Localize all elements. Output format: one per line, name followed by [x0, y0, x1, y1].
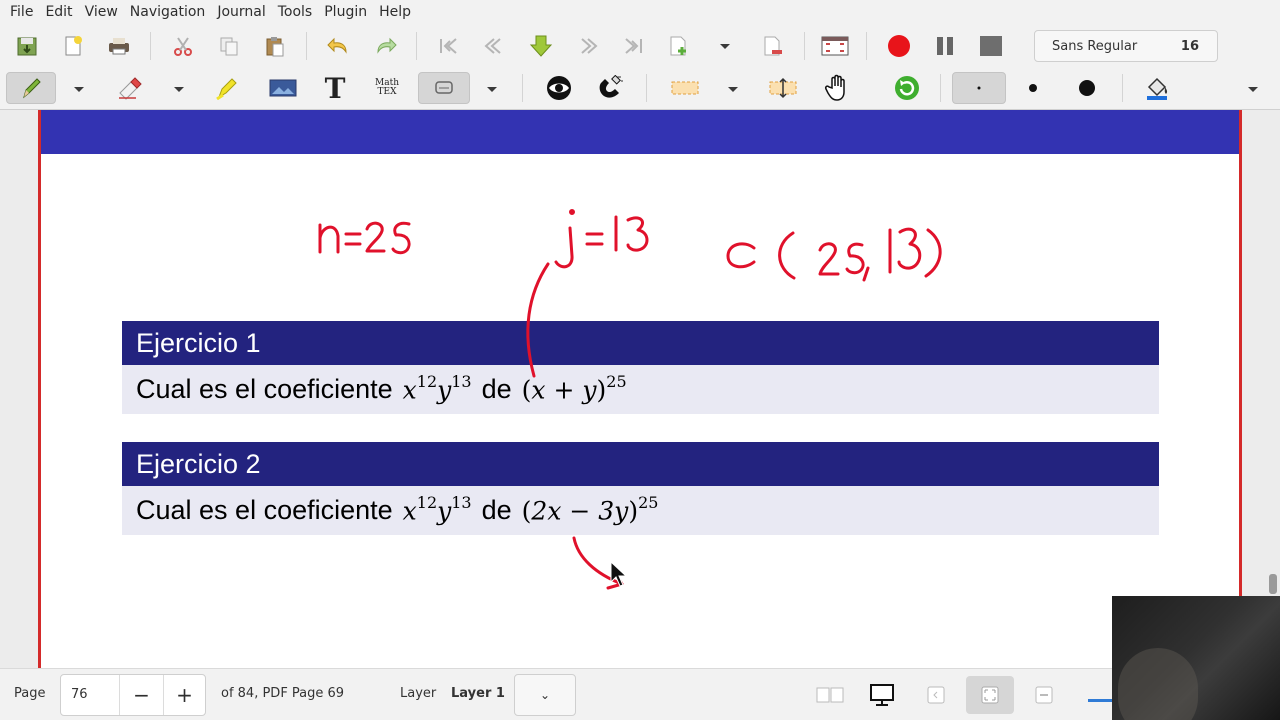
vertical-scrollbar-thumb[interactable]	[1269, 574, 1277, 594]
pen-icon[interactable]	[6, 72, 56, 104]
exercise-question: Cual es el coeficiente x12y13 de (2x − 3…	[122, 486, 1159, 535]
slide-page: Ejercicio 1 Cual es el coeficiente x12y1…	[38, 110, 1242, 668]
pen-options-dropdown-icon[interactable]	[74, 87, 84, 92]
exercise-block-2: Ejercicio 2 Cual es el coeficiente x12y1…	[122, 442, 1159, 535]
question-text: Cual es el coeficiente	[136, 374, 393, 404]
select-options-dropdown-icon[interactable]	[728, 87, 738, 92]
save-icon[interactable]	[10, 30, 44, 62]
page-count-label: of 84, PDF Page 69	[221, 686, 345, 701]
fit-width-icon[interactable]	[1020, 676, 1068, 714]
menu-view[interactable]: View	[79, 4, 124, 20]
first-page-icon[interactable]	[432, 30, 466, 62]
new-document-icon[interactable]	[56, 30, 90, 62]
eraser-options-dropdown-icon[interactable]	[174, 87, 184, 92]
webcam-overlay	[1112, 596, 1280, 720]
chevron-down-icon: ⌄	[539, 688, 551, 702]
select-rectangle-icon[interactable]	[668, 72, 702, 104]
menu-plugin[interactable]: Plugin	[318, 4, 373, 20]
rotate-page-icon[interactable]	[912, 676, 960, 714]
text-tool-icon[interactable]: T	[318, 72, 352, 105]
highlighter-icon[interactable]	[210, 72, 244, 104]
layer-label: Layer	[400, 686, 437, 701]
last-page-icon[interactable]	[616, 30, 650, 62]
fit-page-icon[interactable]	[966, 676, 1014, 714]
main-toolbar: Sans Regular 16	[0, 24, 1280, 68]
menu-edit[interactable]: Edit	[39, 4, 78, 20]
status-bar: Page − + of 84, PDF Page 69 Layer Layer …	[0, 668, 1280, 720]
page-increment-button[interactable]: +	[163, 675, 205, 715]
layer-dropdown-button[interactable]: ⌄	[514, 674, 576, 716]
copy-icon[interactable]	[212, 30, 246, 62]
presentation-mode-icon[interactable]	[858, 676, 906, 714]
layer-value: Layer 1	[451, 686, 505, 701]
paste-icon[interactable]	[258, 30, 292, 62]
math-tex-icon[interactable]: Math TEX	[370, 72, 404, 104]
exercise-title: Ejercicio 2	[122, 442, 1159, 486]
toolbar-overflow-dropdown-icon[interactable]	[1248, 87, 1258, 92]
webcam-person	[1118, 648, 1198, 720]
snapping-magnet-icon[interactable]	[594, 72, 628, 104]
question-word-de: de	[481, 374, 512, 404]
go-to-page-icon[interactable]	[524, 30, 558, 62]
menu-tools[interactable]: Tools	[272, 4, 319, 20]
menu-bar: File Edit View Navigation Journal Tools …	[0, 0, 1280, 24]
new-page-icon[interactable]	[662, 30, 696, 62]
question-text: Cual es el coeficiente	[136, 495, 393, 525]
print-icon[interactable]	[102, 30, 136, 62]
hand-tool-icon[interactable]	[820, 72, 854, 104]
vertical-space-icon[interactable]	[766, 72, 800, 104]
dual-page-icon[interactable]	[806, 676, 854, 714]
fill-color-icon[interactable]	[1140, 72, 1174, 104]
binomial-expression: (2x − 3y)25	[521, 493, 659, 526]
new-page-dropdown-icon[interactable]	[720, 44, 730, 49]
binomial-expression: (x + y)25	[521, 372, 627, 405]
font-size: 16	[1180, 38, 1199, 54]
image-icon[interactable]	[266, 72, 300, 104]
document-canvas[interactable]: Ejercicio 1 Cual es el coeficiente x12y1…	[0, 110, 1280, 668]
eraser-icon[interactable]	[112, 72, 146, 104]
exercise-title: Ejercicio 1	[122, 321, 1159, 365]
thick-dot-icon[interactable]	[1070, 72, 1104, 104]
delete-page-icon[interactable]	[756, 30, 790, 62]
menu-file[interactable]: File	[4, 4, 39, 20]
record-icon[interactable]	[882, 30, 916, 62]
slide-header-bar	[41, 110, 1239, 154]
previous-page-icon[interactable]	[478, 30, 512, 62]
shape-recognizer-icon[interactable]	[418, 72, 470, 104]
shape-options-dropdown-icon[interactable]	[487, 87, 497, 92]
tools-toolbar: T Math TEX	[0, 68, 1280, 110]
visibility-eye-icon[interactable]	[542, 72, 576, 104]
math-expression: x12y13	[402, 493, 472, 526]
exercise-question: Cual es el coeficiente x12y13 de (x + y)…	[122, 365, 1159, 414]
pause-icon[interactable]	[928, 30, 962, 62]
medium-dot-icon[interactable]	[1016, 72, 1050, 104]
cut-icon[interactable]	[166, 30, 200, 62]
question-word-de: de	[481, 495, 512, 525]
page-number-input[interactable]	[71, 687, 111, 702]
menu-navigation[interactable]: Navigation	[124, 4, 212, 20]
fullscreen-icon[interactable]	[818, 30, 852, 62]
refresh-icon[interactable]	[890, 72, 924, 104]
font-selector-button[interactable]: Sans Regular 16	[1034, 30, 1218, 62]
page-decrement-button[interactable]: −	[119, 675, 163, 715]
exercise-block-1: Ejercicio 1 Cual es el coeficiente x12y1…	[122, 321, 1159, 414]
page-number-spinner: − +	[60, 674, 206, 716]
page-label: Page	[14, 686, 46, 701]
thin-dot-icon[interactable]	[952, 72, 1006, 104]
math-expression: x12y13	[402, 372, 472, 405]
menu-journal[interactable]: Journal	[211, 4, 271, 20]
next-page-icon[interactable]	[570, 30, 604, 62]
stop-icon[interactable]	[974, 30, 1008, 62]
redo-icon[interactable]	[368, 30, 402, 62]
undo-icon[interactable]	[322, 30, 356, 62]
menu-help[interactable]: Help	[373, 4, 417, 20]
font-name: Sans Regular	[1052, 38, 1138, 54]
